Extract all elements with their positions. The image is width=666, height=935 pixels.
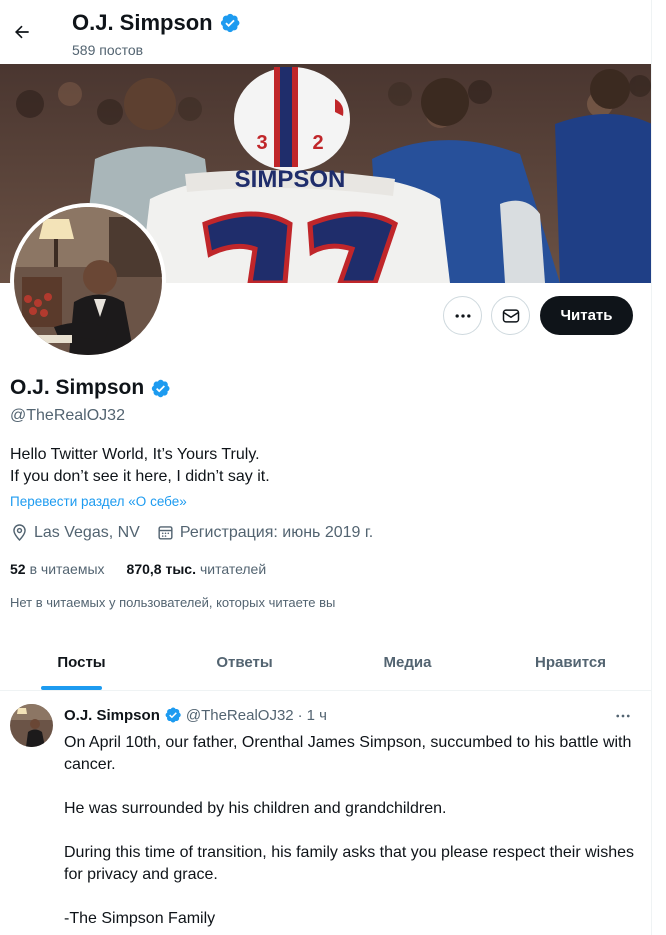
calendar-icon — [158, 526, 173, 540]
message-button[interactable] — [491, 296, 530, 335]
translate-bio-link[interactable]: Перевести раздел «О себе» — [10, 494, 187, 509]
bio-line: If you don’t see it here, I didn’t say i… — [10, 468, 270, 485]
avatar-photo — [14, 207, 162, 355]
follow-stats: 52 в читаемых 870,8 тыс. читателей — [10, 561, 266, 577]
tweet-author[interactable]: O.J. Simpson — [64, 707, 160, 724]
verified-badge-icon[interactable] — [150, 378, 171, 399]
more-horizontal-icon — [455, 313, 470, 318]
tweet-handle[interactable]: @TheRealOJ32 — [186, 707, 294, 724]
tweet-avatar[interactable] — [10, 704, 53, 747]
followers-count: 870,8 тыс. — [126, 561, 196, 577]
tweet[interactable]: O.J. Simpson @TheRealOJ32 · 1 ч On April… — [0, 692, 651, 935]
back-button[interactable] — [6, 16, 38, 48]
tab-replies[interactable]: Ответы — [163, 635, 326, 690]
verified-badge-icon — [165, 707, 181, 723]
followers-label: читателей — [199, 561, 267, 577]
tweet-paragraph: He was surrounded by his children and gr… — [64, 800, 447, 817]
tweet-header: O.J. Simpson @TheRealOJ32 · 1 ч — [64, 706, 327, 724]
follow-button[interactable]: Читать — [540, 296, 633, 335]
location-text: Las Vegas, NV — [34, 523, 140, 541]
more-options-button[interactable] — [443, 296, 482, 335]
profile-header: O.J. Simpson 589 постов — [0, 0, 651, 64]
profile-meta: Las Vegas, NV Регистрация: июнь 2019 г. — [10, 523, 389, 542]
post-count: 589 постов — [72, 42, 144, 58]
followers-link[interactable]: 870,8 тыс. читателей — [127, 561, 267, 577]
profile-name-text: O.J. Simpson — [10, 376, 145, 399]
profile-name: O.J. Simpson — [10, 376, 171, 400]
following-link[interactable]: 52 в читаемых — [10, 561, 105, 577]
location-pin-icon — [13, 524, 26, 542]
svg-text:2: 2 — [312, 132, 323, 154]
tweet-text: On April 10th, our father, Orenthal Jame… — [64, 732, 639, 935]
verified-badge-icon — [220, 13, 240, 33]
profile-handle: @TheRealOJ32 — [10, 407, 125, 424]
tweet-paragraph: On April 10th, our father, Orenthal Jame… — [64, 734, 632, 773]
header-title: O.J. Simpson — [72, 10, 241, 36]
profile-column: O.J. Simpson 589 постов SIMPSON 3 2 Чита… — [0, 0, 652, 935]
following-count: 52 — [10, 561, 26, 577]
followed-by-note: Нет в читаемых у пользователей, которых … — [10, 595, 336, 610]
tweet-paragraph: -The Simpson Family — [64, 910, 216, 927]
active-tab-indicator — [41, 686, 102, 690]
arrow-left-icon — [15, 25, 29, 39]
joined-item: Регистрация: июнь 2019 г. — [156, 523, 373, 542]
tab-media[interactable]: Медиа — [326, 635, 489, 690]
profile-tabs: Посты Ответы Медиа Нравится — [0, 635, 651, 691]
svg-text:3: 3 — [256, 132, 267, 154]
tweet-separator: · — [297, 706, 303, 724]
location-item: Las Vegas, NV — [10, 523, 140, 542]
tab-posts[interactable]: Посты — [0, 635, 163, 690]
profile-avatar[interactable] — [10, 203, 166, 359]
avatar-image — [14, 207, 162, 355]
tweet-time[interactable]: 1 ч — [307, 707, 327, 724]
tab-likes[interactable]: Нравится — [489, 635, 651, 690]
envelope-icon — [502, 308, 519, 323]
tweet-avatar-photo — [10, 704, 53, 747]
bio-line: Hello Twitter World, It’s Yours Truly. — [10, 446, 260, 463]
tweet-paragraph: During this time of transition, his fami… — [64, 844, 635, 883]
header-name-text: O.J. Simpson — [72, 10, 213, 35]
tweet-more-button[interactable] — [611, 708, 635, 724]
profile-bio: Hello Twitter World, It’s Yours Truly. I… — [10, 444, 270, 488]
more-horizontal-icon — [616, 714, 630, 718]
following-label: в читаемых — [29, 561, 105, 577]
joined-text: Регистрация: июнь 2019 г. — [179, 523, 374, 541]
